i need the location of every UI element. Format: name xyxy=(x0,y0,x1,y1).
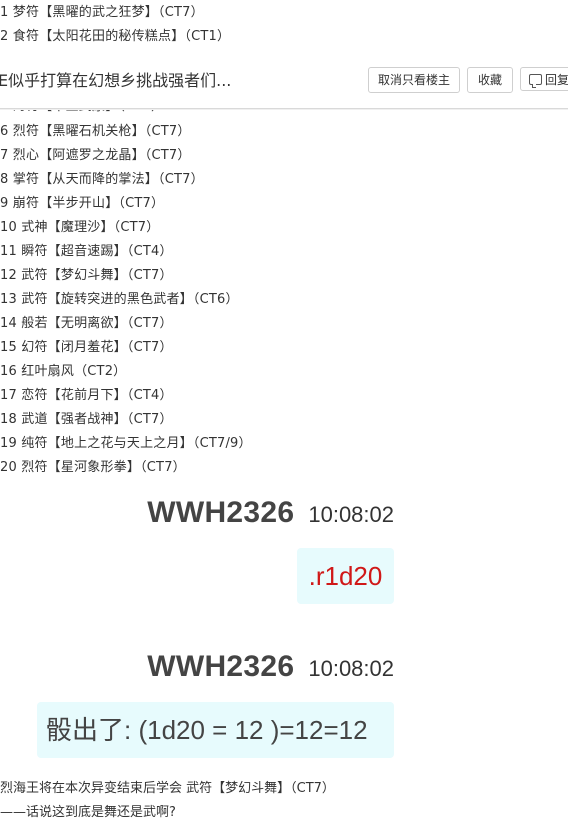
skill-line: 9 崩符【半步开山】（CT7） xyxy=(0,196,165,211)
skill-line: 7 烈心【阿遮罗之龙晶】（CT7） xyxy=(0,148,191,163)
skill-line: 13 武符【旋转突进的黑色武者】（CT6） xyxy=(0,292,239,307)
narrative-line: 烈海王将在本次异变结束后学会 武符【梦幻斗舞】（CT7） xyxy=(0,781,335,796)
skill-line: 11 瞬符【超音速踢】（CT4） xyxy=(0,244,173,259)
skill-line: 15 幻符【闭月羞花】（CT7） xyxy=(0,340,173,355)
topic-title: E似乎打算在幻想乡挑战强者们... xyxy=(0,71,232,90)
message-timestamp: 10:08:02 xyxy=(308,656,394,681)
skill-line: 17 恋符【花前月下】（CT4） xyxy=(0,388,173,403)
message-author[interactable]: WWH2326 xyxy=(147,650,294,683)
topic-header-bar: E似乎打算在幻想乡挑战强者们... 取消只看楼主 收藏 回复 xyxy=(0,60,568,109)
message-timestamp: 10:08:02 xyxy=(308,502,394,527)
skill-line: 8 掌符【从天而降的掌法】（CT7） xyxy=(0,172,204,187)
favorite-button[interactable]: 收藏 xyxy=(467,67,513,93)
message-author[interactable]: WWH2326 xyxy=(147,496,294,529)
skill-line: 1 梦符【黑曜的武之狂梦】（CT7） xyxy=(0,5,204,20)
skill-line: 12 武符【梦幻斗舞】（CT7） xyxy=(0,268,173,283)
skill-line: 14 般若【无明离欲】（CT7） xyxy=(0,316,173,331)
reply-icon xyxy=(529,74,542,88)
only-host-toggle-button[interactable]: 取消只看楼主 xyxy=(368,67,460,93)
message-header: WWH2326 10:08:02 xyxy=(147,650,394,690)
reply-button-label: 回复 xyxy=(545,73,568,87)
skill-line: 20 烈符【星河象形拳】（CT7） xyxy=(0,460,186,475)
message-header: WWH2326 10:08:02 xyxy=(147,496,394,536)
dice-command-bubble: .r1d20 xyxy=(297,548,394,604)
reply-button[interactable]: 回复 xyxy=(520,67,568,91)
skill-line: 2 食符【太阳花田的秘传糕点】（CT1） xyxy=(0,29,231,44)
skill-line: 16 红叶扇风（CT2） xyxy=(0,364,127,379)
skill-line: 6 烈符【黑曜石机关枪】（CT7） xyxy=(0,124,191,139)
skill-line: 10 式神【魔理沙】（CT7） xyxy=(0,220,160,235)
narrative-line: ——话说这到底是舞还是武啊? xyxy=(0,805,176,820)
skill-line: 19 纯符【地上之花与天上之月】（CT7/9） xyxy=(0,436,252,451)
skill-line: 18 武道【强者战神】（CT7） xyxy=(0,412,173,427)
dice-result-bubble: 骰出了: (1d20 = 12 )=12=12 xyxy=(37,702,394,758)
